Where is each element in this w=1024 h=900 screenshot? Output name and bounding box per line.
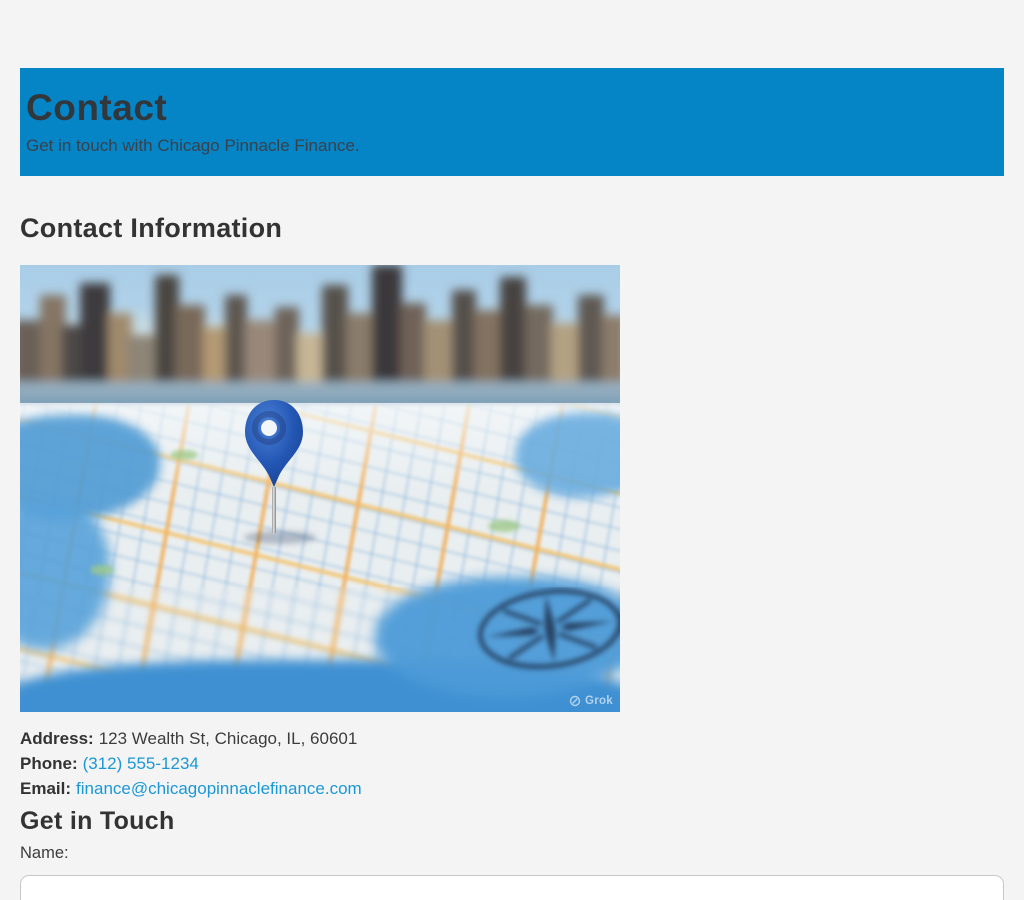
address-value: 123 Wealth St, Chicago, IL, 60601 (99, 729, 358, 748)
get-in-touch-heading: Get in Touch (20, 807, 1004, 836)
phone-link[interactable]: (312) 555-1234 (83, 754, 199, 773)
email-label: Email: (20, 779, 71, 798)
grok-watermark-label: Grok (585, 695, 613, 707)
phone-label: Phone: (20, 754, 78, 773)
contact-info-heading: Contact Information (20, 213, 1004, 244)
address-row: Address: 123 Wealth St, Chicago, IL, 6060… (20, 726, 1004, 751)
map-image: Grok (20, 265, 620, 712)
page-root: Contact Get in touch with Chicago Pinnac… (0, 0, 1024, 900)
grok-logo-icon (569, 695, 581, 707)
park-patch (90, 565, 114, 575)
name-label: Name: (20, 844, 1004, 863)
skyline-graphic (20, 265, 620, 417)
contact-details: Address: 123 Wealth St, Chicago, IL, 6060… (20, 726, 1004, 801)
hero-banner: Contact Get in touch with Chicago Pinnac… (20, 68, 1004, 176)
hero-subtitle: Get in touch with Chicago Pinnacle Finan… (26, 136, 984, 156)
grok-watermark: Grok (569, 695, 613, 707)
depth-blur-overlay (20, 587, 620, 712)
map-pin-icon (242, 397, 306, 537)
park-patch (488, 520, 520, 532)
email-row: Email: finance@chicagopinnaclefinance.com (20, 776, 1004, 801)
address-label: Address: (20, 729, 94, 748)
phone-row: Phone: (312) 555-1234 (20, 751, 1004, 776)
name-input[interactable] (20, 875, 1004, 900)
email-link[interactable]: finance@chicagopinnaclefinance.com (76, 779, 362, 798)
park-patch (170, 450, 198, 460)
page-title: Contact (26, 88, 984, 129)
